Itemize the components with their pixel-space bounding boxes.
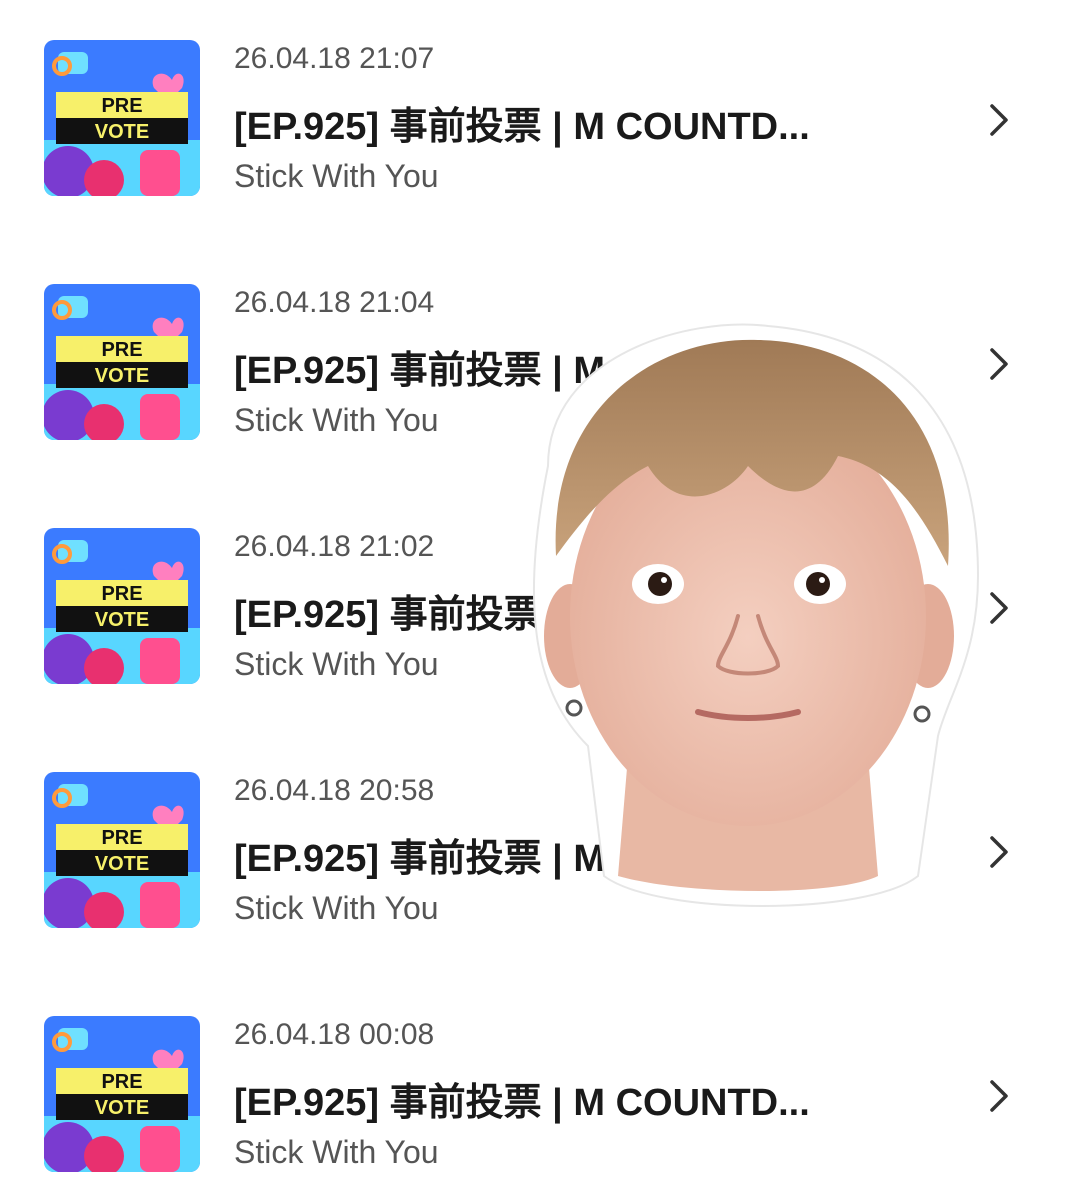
prevote-text-1: PRE [101, 827, 142, 849]
item-timestamp: 26.04.18 20:58 [234, 774, 435, 807]
prevote-text-2: VOTE [95, 121, 149, 143]
prevote-thumbnail: PRE VOTE [44, 284, 200, 440]
prevote-text-1: PRE [101, 1071, 142, 1093]
item-timestamp: 26.04.18 21:02 [234, 530, 435, 563]
item-artist: Stick With You [234, 158, 439, 194]
prevote-text-2: VOTE [95, 609, 149, 631]
prevote-thumbnail-art: PRE VOTE [44, 772, 200, 928]
prevote-thumbnail: PRE VOTE [44, 528, 200, 684]
surprised-face-sticker [532, 323, 980, 907]
chevron-right-icon[interactable] [984, 100, 1014, 140]
prevote-text-1: PRE [101, 339, 142, 361]
prevote-thumbnail: PRE VOTE [44, 1016, 200, 1172]
prevote-text-2: VOTE [95, 853, 149, 875]
item-title: [EP.925] 事前投票 | M COUNTD... [234, 106, 810, 148]
chevron-right-icon[interactable] [984, 588, 1014, 628]
chevron-right-icon[interactable] [984, 344, 1014, 384]
item-title: [EP.925] 事前投票 | M COUNTD... [234, 1082, 810, 1124]
prevote-text-1: PRE [101, 583, 142, 605]
item-artist: Stick With You [234, 402, 439, 438]
chevron-right-icon[interactable] [984, 832, 1014, 872]
prevote-text-2: VOTE [95, 365, 149, 387]
list-item[interactable]: PRE VOTE 26.04.18 21:07 [EP.925] 事前投票 | … [0, 40, 1073, 210]
item-timestamp: 26.04.18 21:07 [234, 42, 435, 75]
chevron-right-icon[interactable] [984, 1076, 1014, 1116]
item-timestamp: 26.04.18 00:08 [234, 1018, 435, 1051]
prevote-thumbnail-art: PRE VOTE [44, 1016, 200, 1172]
prevote-thumbnail-art: PRE VOTE [44, 528, 200, 684]
item-artist: Stick With You [234, 646, 439, 682]
list-item[interactable]: PRE VOTE 26.04.18 00:08 [EP.925] 事前投票 | … [0, 1016, 1073, 1186]
prevote-thumbnail-art: PRE VOTE [44, 40, 200, 196]
prevote-thumbnail-art: PRE VOTE [44, 284, 200, 440]
item-artist: Stick With You [234, 890, 439, 926]
prevote-thumbnail: PRE VOTE [44, 772, 200, 928]
item-artist: Stick With You [234, 1134, 439, 1170]
prevote-text-2: VOTE [95, 1097, 149, 1119]
prevote-thumbnail: PRE VOTE [44, 40, 200, 196]
item-timestamp: 26.04.18 21:04 [234, 286, 435, 319]
prevote-text-1: PRE [101, 95, 142, 117]
